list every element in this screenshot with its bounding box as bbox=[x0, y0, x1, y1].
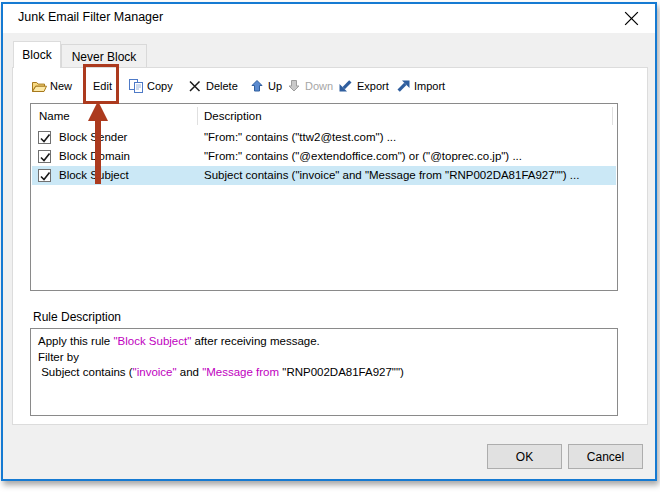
import-arrow-icon bbox=[395, 78, 411, 94]
new-folder-icon bbox=[31, 78, 47, 94]
rule-description-label: Rule Description bbox=[33, 310, 121, 324]
cancel-button[interactable]: Cancel bbox=[568, 444, 643, 469]
filter-list: Name Description Block Sender"From:" con… bbox=[30, 103, 618, 291]
close-button[interactable] bbox=[614, 7, 648, 29]
toolbar: New Edit Copy Delete Up Down Export Import bbox=[0, 73, 660, 99]
rule-description-box: Apply this rule "Block Subject" after re… bbox=[30, 328, 618, 416]
toolbar-button-export[interactable]: Export bbox=[338, 73, 389, 99]
annotation-highlight-box bbox=[83, 64, 119, 104]
copy-icon bbox=[128, 78, 144, 94]
close-icon bbox=[624, 11, 639, 26]
list-header: Name Description bbox=[31, 104, 617, 128]
row-checkbox[interactable] bbox=[38, 131, 51, 144]
row-description: "From:" contains ("@extendoffice.com") o… bbox=[204, 150, 522, 162]
arrow-down-icon bbox=[286, 78, 302, 94]
toolbar-button-label: Export bbox=[357, 80, 389, 92]
list-row-block-sender[interactable]: Block Sender"From:" contains ("ttw2@test… bbox=[32, 128, 616, 147]
export-arrow-icon bbox=[338, 78, 354, 94]
row-checkbox[interactable] bbox=[38, 150, 51, 163]
column-header-name[interactable]: Name bbox=[39, 110, 70, 122]
tab-block[interactable]: Block bbox=[13, 41, 61, 68]
column-header-description[interactable]: Description bbox=[204, 110, 262, 122]
rule-description-line: Apply this rule "Block Subject" after re… bbox=[38, 334, 610, 350]
row-description: Subject contains ("invoice" and "Message… bbox=[204, 169, 579, 181]
column-divider[interactable] bbox=[612, 107, 613, 125]
annotation-arrow bbox=[87, 101, 109, 184]
toolbar-button-delete[interactable]: Delete bbox=[187, 73, 238, 99]
toolbar-button-label: Up bbox=[268, 80, 282, 92]
toolbar-button-label: Copy bbox=[147, 80, 173, 92]
rule-description-line: Filter by bbox=[38, 350, 610, 366]
list-row-block-subject[interactable]: Block SubjectSubject contains ("invoice"… bbox=[32, 166, 616, 185]
delete-x-icon bbox=[187, 78, 203, 94]
row-checkbox[interactable] bbox=[38, 169, 51, 182]
window-title: Junk Email Filter Manager bbox=[18, 10, 163, 24]
toolbar-button-copy[interactable]: Copy bbox=[128, 73, 173, 99]
list-row-block-domain[interactable]: Block Domain"From:" contains ("@extendof… bbox=[32, 147, 616, 166]
rule-description-line: Subject contains ("invoice" and "Message… bbox=[38, 365, 610, 381]
toolbar-button-edit[interactable]: Edit bbox=[93, 73, 112, 99]
toolbar-button-down[interactable]: Down bbox=[286, 73, 333, 99]
toolbar-button-label: Delete bbox=[206, 80, 238, 92]
arrow-up-icon bbox=[249, 78, 265, 94]
row-description: "From:" contains ("ttw2@test.com") ... bbox=[204, 131, 396, 143]
toolbar-button-label: Down bbox=[305, 80, 333, 92]
toolbar-button-up[interactable]: Up bbox=[249, 73, 282, 99]
toolbar-button-label: New bbox=[50, 80, 72, 92]
ok-button[interactable]: OK bbox=[487, 444, 562, 469]
toolbar-button-label: Import bbox=[414, 80, 445, 92]
toolbar-button-new[interactable]: New bbox=[31, 73, 72, 99]
column-divider[interactable] bbox=[197, 107, 198, 125]
toolbar-button-import[interactable]: Import bbox=[395, 73, 445, 99]
